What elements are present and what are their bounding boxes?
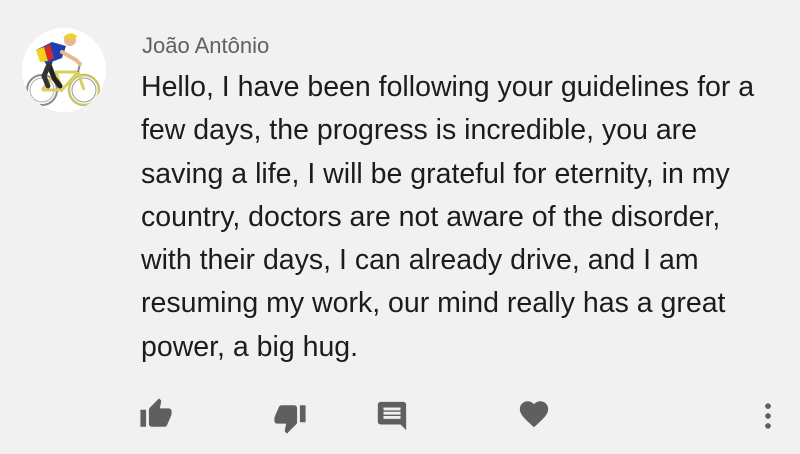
comment-author[interactable]: João Antônio — [142, 33, 269, 59]
more-vertical-icon — [765, 403, 771, 429]
more-options-button[interactable] — [746, 394, 790, 438]
heart-icon — [519, 401, 549, 428]
heart-button[interactable] — [512, 392, 556, 436]
comment-actions — [0, 392, 800, 438]
thumbs-down-icon — [274, 405, 306, 434]
reply-button[interactable] — [370, 394, 414, 438]
avatar[interactable] — [22, 28, 106, 112]
thumbs-up-icon — [140, 398, 172, 427]
comment-icon — [377, 401, 407, 431]
dislike-button[interactable] — [268, 396, 312, 440]
comment-card: João Antônio Hello, I have been followin… — [0, 0, 800, 454]
comment-text: Hello, I have been following your guidel… — [141, 71, 755, 363]
like-button[interactable] — [134, 392, 178, 436]
cyclist-icon — [22, 28, 106, 112]
